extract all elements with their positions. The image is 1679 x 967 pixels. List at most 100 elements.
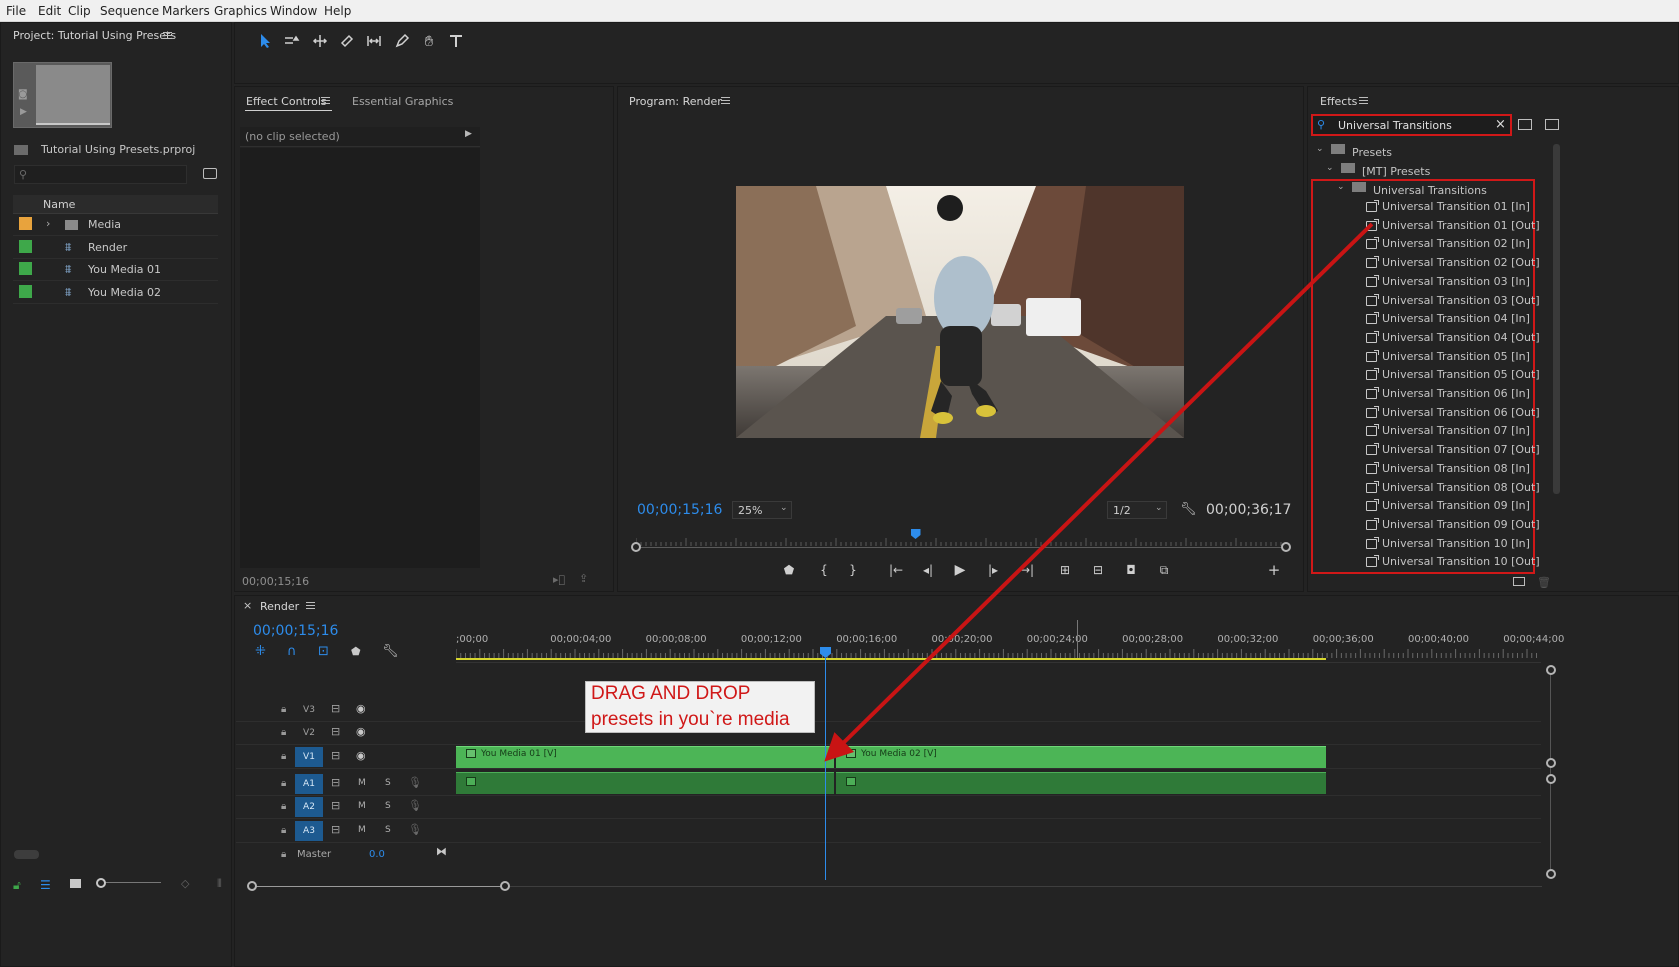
preset-item[interactable]: Universal Transition 03 [Out] <box>1382 292 1540 310</box>
chevron-down-icon[interactable]: ⌄ <box>1337 182 1345 192</box>
mark-in-icon[interactable]: { <box>814 560 834 580</box>
solo-button[interactable]: S <box>385 825 391 835</box>
new-bin-icon[interactable] <box>1513 577 1525 586</box>
sync-lock-icon[interactable]: ⊟ <box>331 702 340 715</box>
preset-item[interactable]: Universal Transition 01 [Out] <box>1382 217 1540 235</box>
export-frame-camera-icon[interactable]: ◘ <box>1121 560 1141 580</box>
lock-icon[interactable]: 🔒︎ <box>281 849 286 860</box>
button-editor-plus-icon[interactable]: + <box>1264 560 1284 580</box>
menu-file[interactable]: File <box>6 4 26 18</box>
audio-clip-you-media-02[interactable] <box>836 772 1326 794</box>
audio-clip-you-media-01[interactable] <box>456 772 834 794</box>
eye-icon[interactable]: ◉ <box>356 725 366 738</box>
menu-help[interactable]: Help <box>324 4 351 18</box>
track-target-v2[interactable]: V2 <box>295 723 323 743</box>
project-menu-icon[interactable] <box>163 32 172 39</box>
preset-item[interactable]: Universal Transition 10 [In] <box>1382 535 1530 553</box>
extract-icon[interactable]: ⊟ <box>1088 560 1108 580</box>
program-current-timecode[interactable]: 00;00;15;16 <box>637 502 722 518</box>
scrub-start-handle[interactable] <box>631 542 641 552</box>
program-menu-icon[interactable] <box>721 97 730 104</box>
tree-presets[interactable]: Presets <box>1352 146 1392 159</box>
automate-icon[interactable]: ⦀ <box>217 877 222 891</box>
microphone-icon[interactable]: 🎙︎ <box>408 776 422 789</box>
new-search-bin-icon[interactable] <box>203 168 217 179</box>
menu-graphics[interactable]: Graphics <box>214 4 267 18</box>
menu-markers[interactable]: Markers <box>162 4 210 18</box>
scrub-end-handle[interactable] <box>1281 542 1291 552</box>
clip-selector[interactable]: (no clip selected) ▶ <box>240 127 480 147</box>
scroll-end-handle[interactable] <box>500 881 510 891</box>
menu-edit[interactable]: Edit <box>38 4 61 18</box>
lock-icon[interactable]: 🔒︎ <box>281 778 286 789</box>
go-to-in-icon[interactable]: |← <box>886 560 906 580</box>
preset-item[interactable]: Universal Transition 09 [In] <box>1382 497 1530 515</box>
scroll-start-handle[interactable] <box>247 881 257 891</box>
lift-icon[interactable]: ⊞ <box>1055 560 1075 580</box>
settings-wrench-icon[interactable]: 🔧︎ <box>1180 502 1197 517</box>
label-color-swatch[interactable] <box>19 217 32 230</box>
project-thumbnail[interactable]: ◙ ▶ <box>13 62 112 128</box>
timeline-menu-icon[interactable] <box>306 602 315 609</box>
timeline-scrollbar-thumb[interactable] <box>252 886 505 887</box>
vertical-zoom-handle[interactable] <box>1546 665 1556 675</box>
linked-selection-icon[interactable]: ⊡ <box>318 644 329 659</box>
solo-button[interactable]: S <box>385 778 391 788</box>
type-tool-icon[interactable] <box>445 30 467 52</box>
master-volume-value[interactable]: 0.0 <box>369 849 385 860</box>
effect-controls-menu-icon[interactable] <box>321 97 330 104</box>
vertical-zoom-handle[interactable] <box>1546 869 1556 879</box>
slip-tool-icon[interactable] <box>363 30 385 52</box>
preset-item[interactable]: Universal Transition 06 [In] <box>1382 385 1530 403</box>
zoom-slider-handle[interactable] <box>96 878 106 888</box>
vertical-zoom-bar[interactable] <box>1550 672 1551 872</box>
track-target-a3[interactable]: A3 <box>295 821 323 841</box>
mute-button[interactable]: M <box>358 778 366 788</box>
ripple-edit-tool-icon[interactable] <box>309 30 331 52</box>
nest-icon[interactable]: ⁜ <box>255 644 266 659</box>
lock-icon[interactable]: 🔒︎ <box>281 801 286 812</box>
effects-menu-icon[interactable] <box>1359 97 1368 104</box>
microphone-icon[interactable]: 🎙︎ <box>408 823 422 836</box>
preset-item[interactable]: Universal Transition 03 [In] <box>1382 273 1530 291</box>
effects-search-input[interactable]: ⚲ Universal Transitions × <box>1311 114 1512 136</box>
preset-item[interactable]: Universal Transition 04 [In] <box>1382 310 1530 328</box>
track-target-a2[interactable]: A2 <box>295 797 323 817</box>
preset-item[interactable]: Universal Transition 08 [Out] <box>1382 479 1540 497</box>
export-icon[interactable]: ⇪ <box>579 572 588 585</box>
tree-mt-presets[interactable]: [MT] Presets <box>1362 165 1430 178</box>
lock-icon[interactable]: 🔒︎ <box>281 704 286 715</box>
step-forward-icon[interactable]: |▸ <box>983 560 1003 580</box>
column-name-header[interactable]: Name <box>43 198 75 211</box>
preset-item[interactable]: Universal Transition 04 [Out] <box>1382 329 1540 347</box>
mute-button[interactable]: M <box>358 801 366 811</box>
project-item[interactable]: › Media <box>13 214 218 236</box>
add-marker-icon[interactable]: ⬟ <box>779 560 799 580</box>
tree-universal-transitions[interactable]: Universal Transitions <box>1373 184 1487 197</box>
project-scrollbar[interactable] <box>14 850 39 859</box>
accelerated-effects-icon[interactable] <box>1518 119 1532 130</box>
resolution-select[interactable]: 1/2 ⌄ <box>1107 501 1167 519</box>
menu-clip[interactable]: Clip <box>68 4 91 18</box>
program-title[interactable]: Program: Render <box>629 95 722 108</box>
trash-icon[interactable]: 🗑︎ <box>1537 576 1551 589</box>
preset-item[interactable]: Universal Transition 07 [In] <box>1382 422 1530 440</box>
sync-lock-icon[interactable]: ⊟ <box>331 725 340 738</box>
program-video-frame[interactable] <box>736 186 1184 438</box>
preset-item[interactable]: Universal Transition 05 [In] <box>1382 348 1530 366</box>
comparison-view-icon[interactable]: ⧉ <box>1154 560 1174 580</box>
preset-item[interactable]: Universal Transition 08 [In] <box>1382 460 1530 478</box>
lock-icon[interactable]: 🔒︎ <box>281 751 286 762</box>
sequence-tab[interactable]: Render <box>260 600 299 613</box>
step-back-icon[interactable]: ◂| <box>918 560 938 580</box>
clear-search-icon[interactable]: × <box>1495 117 1506 132</box>
effects-title[interactable]: Effects <box>1320 95 1357 108</box>
go-to-end-icon[interactable]: ⧓ <box>436 845 447 858</box>
settings-wrench-icon[interactable]: 🔧︎ <box>382 644 399 659</box>
close-sequence-icon[interactable]: × <box>243 599 252 612</box>
snap-magnet-icon[interactable]: ∩ <box>287 644 297 659</box>
chevron-right-icon[interactable]: › <box>46 217 50 230</box>
timeline-ruler[interactable] <box>455 648 1541 658</box>
tab-essential-graphics[interactable]: Essential Graphics <box>352 95 453 108</box>
lock-icon[interactable]: 🔒︎ <box>281 727 286 738</box>
